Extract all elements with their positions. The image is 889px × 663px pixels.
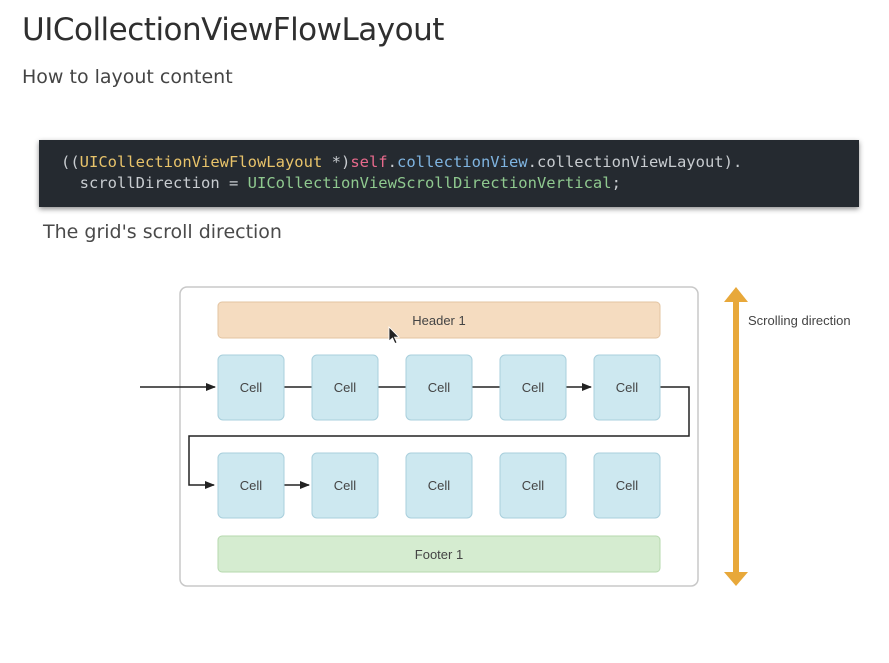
cell: Cell [311, 452, 379, 519]
cell-label: Cell [616, 478, 639, 493]
cell-label: Cell [240, 380, 263, 395]
cell-label: Cell [522, 478, 545, 493]
cell: Cell [217, 354, 285, 421]
cell-label: Cell [522, 380, 545, 395]
cell: Cell [499, 452, 567, 519]
cell-label: Cell [616, 380, 639, 395]
section-footer: Footer 1 [217, 535, 661, 573]
flow-layout-diagram: Header 1 Cell Cell Cell Cell Cell Cell C… [140, 286, 851, 587]
cell: Cell [499, 354, 567, 421]
cell: Cell [593, 452, 661, 519]
scroll-direction-label: Scrolling direction [748, 313, 851, 328]
cell-row-2: Cell Cell Cell Cell Cell [217, 452, 661, 519]
cell-row-1: Cell Cell Cell Cell Cell [217, 354, 661, 421]
cell-label: Cell [428, 478, 451, 493]
cell: Cell [311, 354, 379, 421]
footer-label: Footer 1 [415, 547, 463, 562]
cell-label: Cell [428, 380, 451, 395]
cell-label: Cell [334, 380, 357, 395]
cell-label: Cell [240, 478, 263, 493]
cell: Cell [593, 354, 661, 421]
cell-label: Cell [334, 478, 357, 493]
cell: Cell [217, 452, 285, 519]
section-header: Header 1 [217, 301, 661, 339]
header-label: Header 1 [412, 313, 465, 328]
scroll-direction-arrow [724, 287, 748, 586]
cell: Cell [405, 452, 473, 519]
cell: Cell [405, 354, 473, 421]
